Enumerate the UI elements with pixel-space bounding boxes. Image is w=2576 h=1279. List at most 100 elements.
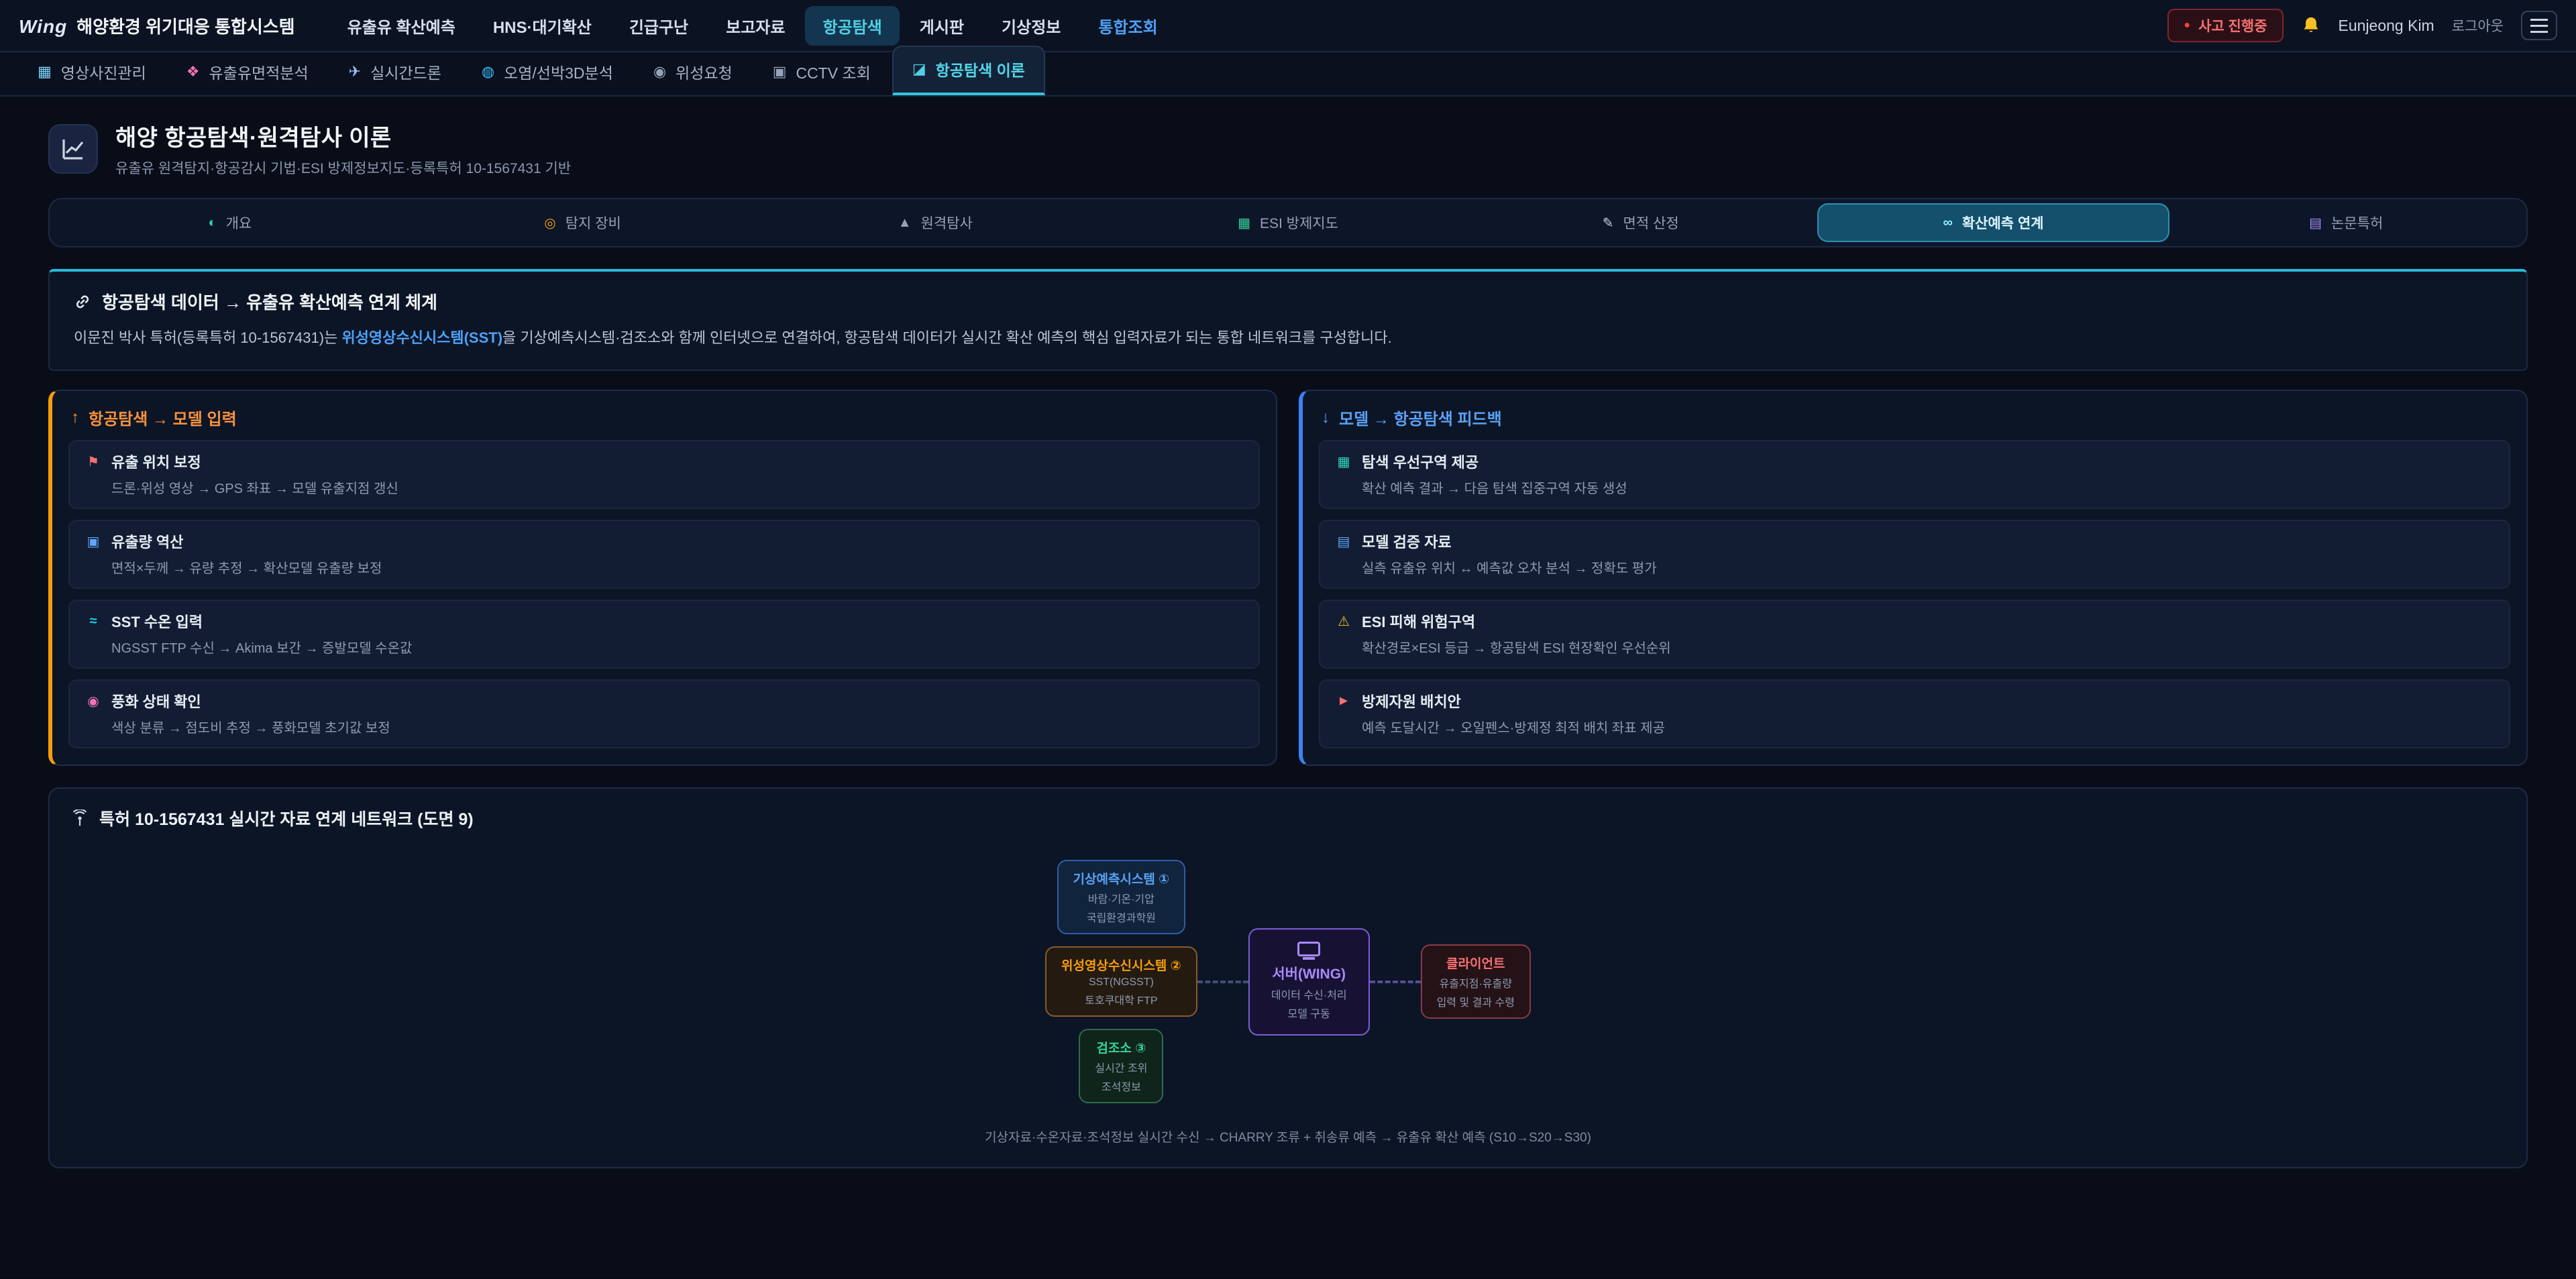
monitor-icon [1297,942,1320,956]
drone-icon: ✈ [349,63,361,80]
app-logo[interactable]: Wing 해양환경 위기대응 통합시스템 [19,13,295,38]
tab-area-calculation[interactable]: ✎ 면적 산정 [1464,203,1817,242]
logout-button[interactable]: 로그아웃 [2452,15,2504,36]
hamburger-menu-icon[interactable] [2521,11,2557,40]
oil-drum-icon: ◉ [85,693,102,710]
tab-label: 확산예측 연계 [1962,213,2044,233]
satellite-icon: ◉ [653,63,666,80]
node-weather-system[interactable]: 기상예측시스템 ① 바람·기온·기압 국립환경과학원 [1057,860,1186,934]
subtab-label: 실시간드론 [370,60,441,83]
top-navigation: Wing 해양환경 위기대응 통합시스템 유출유 확산예측 HNS·대기확산 긴… [0,0,2576,52]
list-item: ▦ 탐색 우선구역 제공 확산 예측 결과 → 다음 탐색 집중구역 자동 생성 [1319,440,2510,509]
tab-remote-sensing[interactable]: ▲ 원격탐사 [759,203,1112,242]
subtab-realtime-drone[interactable]: ✈ 실시간드론 [330,50,460,95]
feedback-panel-title-row: ↓ 모델 → 항공탐색 피드백 [1319,406,2510,429]
map-zone-icon: ▦ [1335,453,1352,470]
incident-dot-icon: ● [2184,19,2190,32]
linkage-desc-pre: 이문진 박사 특허(등록특허 10-1567431)는 [74,329,341,346]
nav-item-aerial-search[interactable]: 항공탐색 [805,6,899,46]
item-title: 탐색 우선구역 제공 [1362,451,1479,472]
aerial-to-model-panel: ↑ 항공탐색 → 모델 입력 ⚑유출 위치 보정 드론·위성 영상 → GPS … [48,390,1277,766]
node-title: 기상예측시스템 ① [1073,869,1170,887]
subtab-aerial-search-theory[interactable]: ◪ 항공탐색 이론 [892,46,1045,95]
tab-label: 논문특허 [2331,213,2383,233]
node-title: 서버(WING) [1271,963,1347,983]
incident-status-badge[interactable]: ● 사고 진행중 [2167,9,2283,42]
item-title: 유출량 역산 [111,531,183,552]
item-description: 확산 예측 결과 → 다음 탐색 집중구역 자동 생성 [1335,478,2494,497]
node-line: 모델 구동 [1271,1005,1347,1021]
list-item: ◉풍화 상태 확인 색상 분류 → 점도비 추정 → 풍화모델 초기값 보정 [68,679,1260,748]
subtab-image-management[interactable]: ▦ 영상사진관리 [19,50,165,95]
main-content: 해양 항공탐색·원격탐사 이론 유출유 원격탐지·항공감시 기법·ESI 방제정… [0,97,2576,1168]
nav-item-reports[interactable]: 보고자료 [708,6,802,46]
network-title: 특허 10-1567431 실시간 자료 연계 네트워크 (도면 9) [99,806,474,830]
network-title-row: 특허 10-1567431 실시간 자료 연계 네트워크 (도면 9) [71,806,2505,830]
item-description: 드론·위성 영상 → GPS 좌표 → 모델 유출지점 갱신 [85,478,1244,497]
linkage-section: 항공탐색 데이터 → 유출유 확산예측 연계 체계 이문진 박사 특허(등록특허… [48,269,2528,371]
node-client[interactable]: 클라이언트 유출지점·유출량 입력 및 결과 수령 [1421,944,1531,1019]
node-line: 조석정보 [1095,1078,1147,1094]
package-icon: ▣ [85,533,102,550]
subtab-cctv-view[interactable]: ▣ CCTV 조회 [754,50,890,95]
feedback-panel-title: 모델 → 항공탐색 피드백 [1339,406,1502,429]
item-title: SST 수온 입력 [111,610,203,632]
satellite-dish-icon [71,810,89,827]
subtab-label: 영상사진관리 [61,60,146,83]
node-tide-station[interactable]: 검조소 ③ 실시간 조위 조석정보 [1079,1029,1163,1103]
node-line: 국립환경과학원 [1073,909,1170,925]
subtab-label: 유출유면적분석 [209,60,309,83]
node-server-wing[interactable]: 서버(WING) 데이터 수신·처리 모델 구동 [1248,928,1370,1036]
page-subtitle: 유출유 원격탐지·항공감시 기법·ESI 방제정보지도·등록특허 10-1567… [115,158,571,178]
linkage-title: 항공탐색 데이터 → 유출유 확산예측 연계 체계 [102,289,437,314]
sub-navigation: ▦ 영상사진관리 ❖ 유출유면적분석 ✈ 실시간드론 ◍ 오염/선박3D분석 ◉… [0,52,2576,97]
subtab-pollution-ship-3d[interactable]: ◍ 오염/선박3D분석 [463,50,632,95]
nav-item-hns-atmospheric[interactable]: HNS·대기확산 [476,6,609,46]
page-header: 해양 항공탐색·원격탐사 이론 유출유 원격탐지·항공감시 기법·ESI 방제정… [48,119,2528,178]
sst-system-link[interactable]: 위성영상수신시스템(SST) [341,329,502,346]
notification-bell-icon[interactable] [2301,15,2321,36]
node-line: 유출지점·유출량 [1437,975,1515,991]
tab-diffusion-linkage[interactable]: ∞ 확산예측 연계 [1817,203,2170,242]
nav-item-oil-spill-forecast[interactable]: 유출유 확산예측 [330,6,473,46]
list-item: ▣유출량 역산 면적×두께 → 유량 추정 → 확산모델 유출량 보정 [68,520,1260,589]
droplet-icon: ◍ [482,63,494,80]
connector-server-to-client [1370,981,1421,983]
chain-link-icon [74,293,91,311]
item-description: NGSST FTP 수신 → Akima 보간 → 증발모델 수온값 [85,637,1244,657]
subtab-oil-area-analysis[interactable]: ❖ 유출유면적분석 [168,50,327,95]
list-item: ▤모델 검증 자료 실측 유출유 위치 ↔ 예측값 오차 분석 → 정확도 평가 [1319,520,2510,589]
connector-sources-to-server [1197,981,1248,983]
model-to-aerial-panel: ↓ 모델 → 항공탐색 피드백 ▦ 탐색 우선구역 제공 확산 예측 결과 → 다… [1299,390,2528,766]
page-title-block: 해양 항공탐색·원격탐사 이론 유출유 원격탐지·항공감시 기법·ESI 방제정… [115,119,571,178]
item-title: 방제자원 배치안 [1362,690,1461,712]
radar-icon: ◎ [544,215,555,231]
network-diagram: 기상예측시스템 ① 바람·기온·기압 국립환경과학원 위성영상수신시스템 ② S… [71,860,2505,1103]
map-icon: ▦ [1238,215,1250,231]
node-satellite-receiver[interactable]: 위성영상수신시스템 ② SST(NGSST) 토호쿠대학 FTP [1045,946,1197,1017]
nav-item-emergency-rescue[interactable]: 긴급구난 [612,6,706,46]
user-name: Eunjeong Kim [2339,17,2434,35]
nav-item-weather-info[interactable]: 기상정보 [984,6,1078,46]
tab-overview[interactable]: ◐ 개요 [54,203,407,242]
item-title: ESI 피해 위험구역 [1362,610,1475,632]
link-icon: ∞ [1943,215,1952,231]
pencil-icon: ✎ [1603,215,1614,231]
nav-item-integrated-search[interactable]: 통합조회 [1081,6,1175,46]
theory-tab-bar: ◐ 개요 ◎ 탐지 장비 ▲ 원격탐사 ▦ ESI 방제지도 ✎ 면적 산정 ∞… [48,198,2528,247]
tab-papers-patents[interactable]: ▤ 논문특허 [2169,203,2522,242]
tab-label: 면적 산정 [1623,213,1679,233]
item-title: 유출 위치 보정 [111,451,201,472]
node-title: 검조소 ③ [1095,1038,1147,1056]
warning-icon: ⚠ [1335,613,1352,630]
subtab-satellite-request[interactable]: ◉ 위성요청 [635,50,751,95]
main-menu: 유출유 확산예측 HNS·대기확산 긴급구난 보고자료 항공탐색 게시판 기상정… [330,6,1175,46]
nav-item-board[interactable]: 게시판 [902,6,981,46]
node-line: 실시간 조위 [1095,1059,1147,1075]
brand-wing-text: Wing [19,16,67,38]
list-item: ►방제자원 배치안 예측 도달시간 → 오일펜스·방제정 최적 배치 좌표 제공 [1319,679,2510,748]
tab-esi-response-map[interactable]: ▦ ESI 방제지도 [1112,203,1464,242]
tab-detection-equipment[interactable]: ◎ 탐지 장비 [407,203,759,242]
node-line: 데이터 수신·처리 [1271,986,1347,1002]
network-caption: 기상자료·수온자료·조석정보 실시간 수신 → CHARRY 조류 + 취송류 … [71,1127,2505,1146]
